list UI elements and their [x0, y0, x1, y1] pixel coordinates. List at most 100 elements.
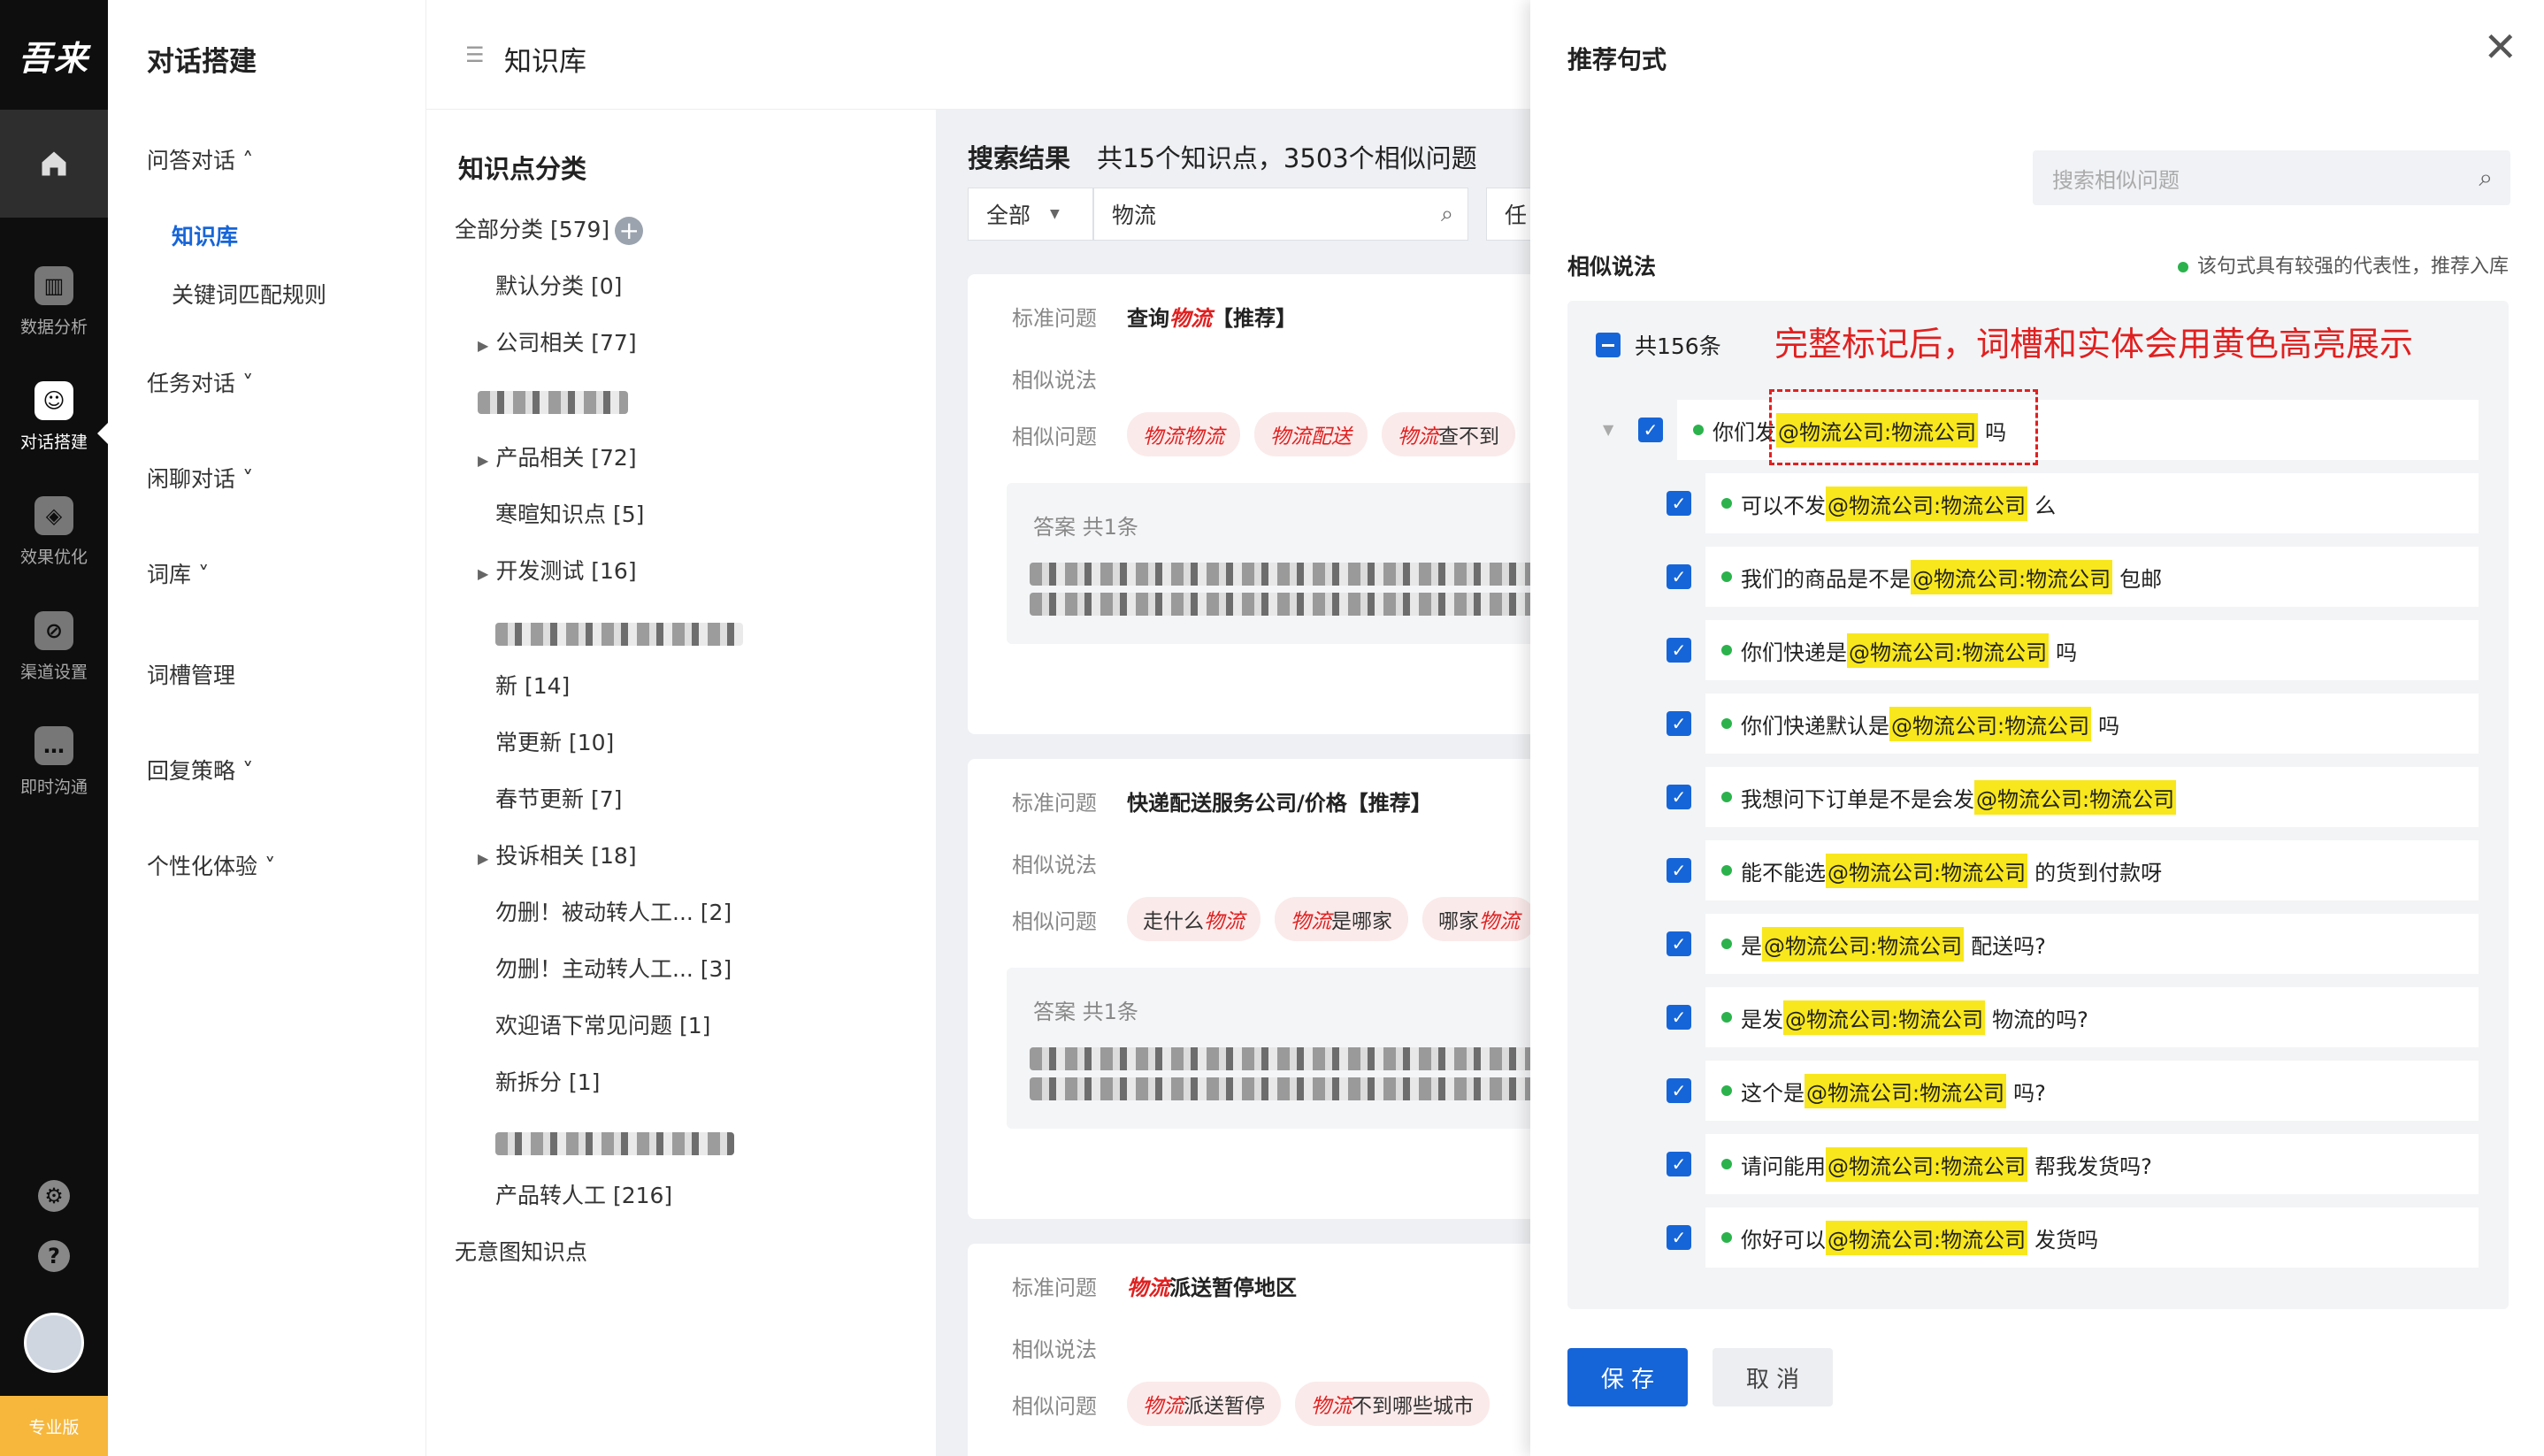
entity-highlight[interactable]: @物流公司:物流公司	[1805, 1073, 2007, 1108]
similar-tag[interactable]: 物流派送暂停	[1127, 1382, 1281, 1426]
similar-tag[interactable]: 哪家物流	[1422, 897, 1530, 941]
phrase-row[interactable]: 是 @物流公司:物流公司 配送吗?	[1705, 914, 2479, 974]
knowledge-card[interactable]: 标准问题 查询物流【推荐】 相似说法 相似问题 物流物流 物流配送 物流查不到 …	[968, 274, 1530, 734]
phrase-checkbox[interactable]: ✓	[1667, 711, 1691, 736]
phrase-checkbox[interactable]: ✓	[1667, 1225, 1691, 1250]
menu-icon[interactable]: ☰	[465, 42, 485, 67]
search-icon[interactable]: ⌕	[2479, 163, 2493, 193]
phrase-row[interactable]: 你们快递默认是 @物流公司:物流公司吗	[1705, 694, 2479, 754]
phrase-checkbox[interactable]: ✓	[1667, 564, 1691, 589]
rail-item-chat[interactable]: … 即时沟通	[0, 713, 108, 810]
phrase-row[interactable]: 可以不发 @物流公司:物流公司么	[1705, 473, 2479, 533]
entity-highlight[interactable]: @物流公司:物流公司	[1911, 559, 2113, 594]
phrase-row[interactable]: 我想问下订单是不是会发 @物流公司:物流公司	[1705, 767, 2479, 827]
phrase-checkbox[interactable]: ✓	[1667, 491, 1691, 516]
category-all[interactable]: 全部分类 [579] +	[455, 212, 644, 245]
entity-highlight[interactable]: @物流公司:物流公司	[1826, 1146, 2028, 1182]
scope-select[interactable]: 全部 ▼	[968, 188, 1093, 241]
knowledge-card[interactable]: 标准问题 物流派送暂停地区 相似说法 相似问题 物流派送暂停 物流不到哪些城市	[968, 1244, 1530, 1456]
rail-item-dialog-build[interactable]: ☺ 对话搭建	[0, 368, 108, 465]
redacted-answer	[1030, 593, 1530, 616]
phrase-checkbox[interactable]: ✓	[1667, 638, 1691, 663]
nav-item-reply-strategy[interactable]: 回复策略 ˅	[147, 754, 253, 785]
entity-highlight[interactable]: @物流公司:物流公司	[1762, 926, 1965, 962]
nav-item-personalization[interactable]: 个性化体验 ˅	[147, 849, 275, 881]
category-item[interactable]: 默认分类 [0]	[495, 269, 622, 301]
phrase-checkbox[interactable]: ✓	[1667, 785, 1691, 809]
plan-badge: 专业版	[0, 1396, 108, 1456]
category-item[interactable]: 欢迎语下常见问题 [1]	[495, 1008, 710, 1040]
phrase-row[interactable]: 你们快递是 @物流公司:物流公司吗	[1705, 620, 2479, 680]
caret-down-icon[interactable]: ▼	[1603, 421, 1613, 438]
phrase-checkbox[interactable]: ✓	[1638, 418, 1663, 442]
save-button[interactable]: 保 存	[1567, 1348, 1688, 1406]
rail-item-optimize[interactable]: ◈ 效果优化	[0, 483, 108, 580]
phrase-row[interactable]: 你好可以 @物流公司:物流公司 发货吗	[1705, 1207, 2479, 1268]
answer-label: 答案 共1条	[1033, 515, 1138, 540]
category-item[interactable]: 无意图知识点	[455, 1235, 587, 1267]
entity-highlight[interactable]: @物流公司:物流公司	[1847, 632, 2050, 668]
phrase-row[interactable]: 能不能选 @物流公司:物流公司 的货到付款呀	[1705, 840, 2479, 900]
category-item[interactable]: 新拆分 [1]	[495, 1065, 600, 1097]
category-item[interactable]: 春节更新 [7]	[495, 782, 622, 814]
search-icon[interactable]: ⌕	[1441, 201, 1453, 227]
category-item[interactable]: ▶ 公司相关 [77]	[478, 326, 637, 357]
rail-item-channels[interactable]: ⊘ 渠道设置	[0, 598, 108, 695]
category-item[interactable]: 勿删！被动转人工... [2]	[495, 895, 732, 927]
category-item[interactable]: ▶ 产品相关 [72]	[478, 441, 637, 472]
rail-item-analytics[interactable]: ▥ 数据分析	[0, 253, 108, 350]
phrase-row[interactable]: 是发 @物流公司:物流公司 物流的吗?	[1705, 987, 2479, 1047]
nav-item-qa[interactable]: 问答对话 ˄	[147, 143, 253, 175]
add-category-icon[interactable]: +	[615, 217, 644, 245]
knowledge-card[interactable]: 标准问题 快递配送服务公司/价格【推荐】 相似说法 相似问题 走什么物流 物流是…	[968, 759, 1530, 1219]
category-item[interactable]: 寒暄知识点 [5]	[495, 497, 644, 529]
entity-highlight[interactable]: @物流公司:物流公司	[1783, 1000, 1986, 1035]
phrase-checkbox[interactable]: ✓	[1667, 1152, 1691, 1176]
phrase-checkbox[interactable]: ✓	[1667, 858, 1691, 883]
nav-item-slots[interactable]: 词槽管理	[147, 658, 235, 690]
entity-highlight[interactable]: @物流公司:物流公司	[1889, 706, 2092, 741]
extra-filter[interactable]: 任	[1486, 188, 1530, 241]
help-icon[interactable]: ?	[38, 1240, 70, 1272]
phrase-checkbox[interactable]: ✓	[1667, 1078, 1691, 1103]
nav-item-lexicon[interactable]: 词库 ˅	[147, 557, 209, 589]
search-input[interactable]: 物流 ⌕	[1093, 188, 1468, 241]
home-button[interactable]	[0, 110, 108, 218]
select-all-checkbox[interactable]	[1596, 333, 1621, 357]
category-item[interactable]: 常更新 [10]	[495, 725, 614, 757]
settings-icon[interactable]: ⚙	[38, 1180, 70, 1212]
phrase-row[interactable]: 请问能用 @物流公司:物流公司 帮我发货吗?	[1705, 1134, 2479, 1194]
status-dot	[1721, 571, 1732, 582]
category-item[interactable]: 新 [14]	[495, 669, 570, 701]
similar-tag[interactable]: 物流查不到	[1382, 412, 1515, 456]
category-item[interactable]: 产品转人工 [216]	[495, 1178, 672, 1210]
cancel-button[interactable]: 取 消	[1713, 1348, 1833, 1406]
similar-search-input[interactable]: 搜索相似问题 ⌕	[2033, 150, 2510, 205]
category-item[interactable]: 勿删！主动转人工... [3]	[495, 952, 732, 984]
phrase-row[interactable]: 我们的商品是不是 @物流公司:物流公司 包邮	[1705, 547, 2479, 607]
similar-tag[interactable]: 物流物流	[1127, 412, 1240, 456]
std-question-label: 标准问题	[1012, 791, 1097, 816]
entity-highlight[interactable]: @物流公司:物流公司	[1826, 853, 2028, 888]
nav-item-chitchat[interactable]: 闲聊对话 ˅	[147, 462, 253, 494]
phrase-checkbox[interactable]: ✓	[1667, 1005, 1691, 1030]
similar-tag[interactable]: 物流是哪家	[1275, 897, 1408, 941]
message-icon: …	[34, 725, 73, 765]
nav-item-task[interactable]: 任务对话 ˅	[147, 366, 253, 398]
recommend-hint: 该句式具有较强的代表性，推荐入库	[2177, 250, 2509, 279]
close-icon[interactable]: ✕	[2483, 27, 2517, 67]
phrase-count: 共156条	[1635, 333, 1721, 359]
entity-highlight[interactable]: @物流公司:物流公司	[1974, 779, 2177, 815]
avatar[interactable]	[24, 1313, 84, 1373]
similar-tag[interactable]: 走什么物流	[1127, 897, 1261, 941]
similar-tag[interactable]: 物流配送	[1254, 412, 1368, 456]
phrase-checkbox[interactable]: ✓	[1667, 931, 1691, 956]
nav-sub-knowledge-base[interactable]: 知识库	[172, 219, 238, 251]
nav-sub-keyword-rules[interactable]: 关键词匹配规则	[172, 278, 326, 310]
category-item[interactable]: ▶ 投诉相关 [18]	[478, 839, 637, 870]
entity-highlight[interactable]: @物流公司:物流公司	[1826, 486, 2028, 521]
category-item[interactable]: ▶ 开发测试 [16]	[478, 554, 637, 586]
phrase-row[interactable]: 这个是 @物流公司:物流公司 吗?	[1705, 1061, 2479, 1121]
similar-tag[interactable]: 物流不到哪些城市	[1295, 1382, 1490, 1426]
entity-highlight[interactable]: @物流公司:物流公司	[1826, 1220, 2028, 1255]
